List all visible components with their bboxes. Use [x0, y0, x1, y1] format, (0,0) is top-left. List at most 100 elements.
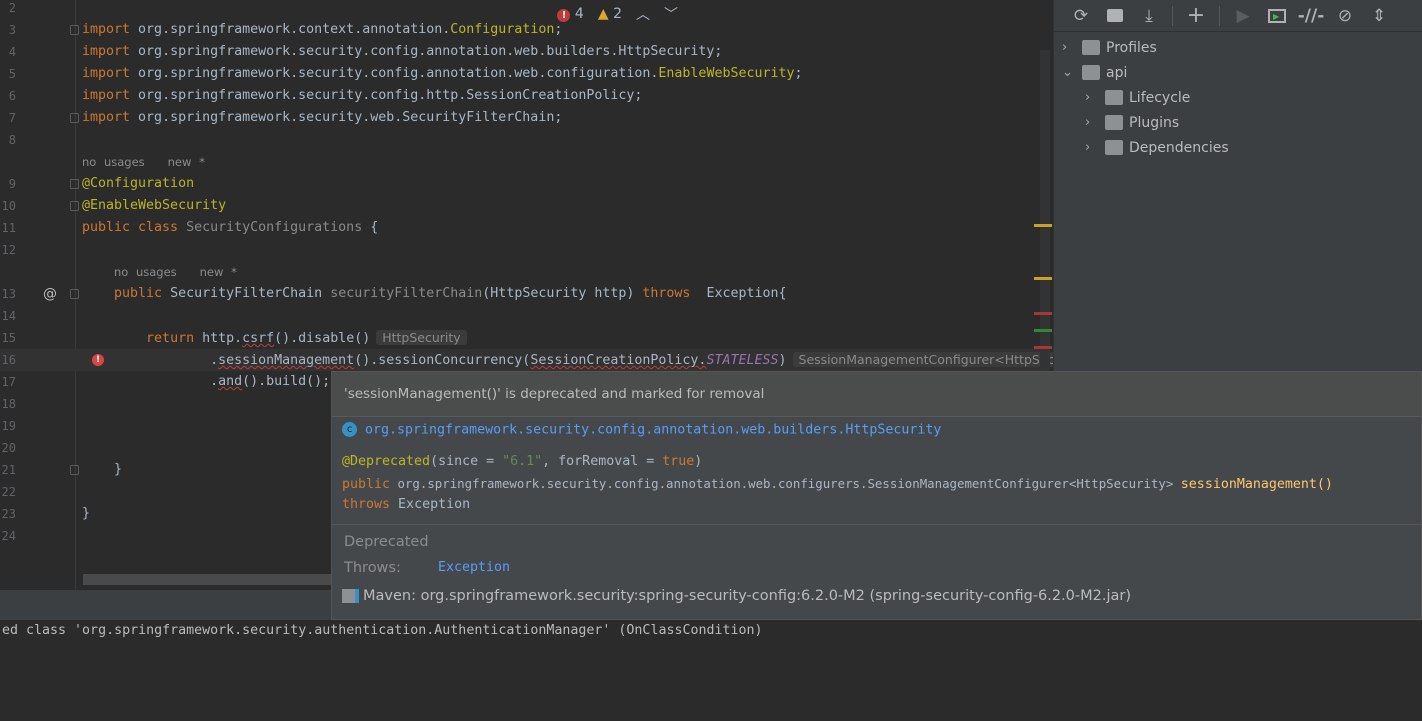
code-token: import: [82, 66, 139, 81]
line-number: 18: [1, 397, 16, 411]
chevron-right-icon[interactable]: ›: [1062, 40, 1076, 55]
code-token: .: [82, 374, 219, 389]
code-token: EnableWebSecurity: [658, 66, 795, 81]
line-number: 3: [8, 23, 16, 37]
line-number: 23: [1, 507, 16, 521]
add-icon[interactable]: +: [1179, 2, 1213, 30]
fold-marker-icon[interactable]: [70, 179, 79, 189]
code-vision-row[interactable]: no usages new *: [0, 151, 1040, 173]
code-line[interactable]: 3 import org.springframework.context.anno…: [0, 19, 1040, 41]
line-number: 17: [1, 375, 16, 389]
error-stripe-mark[interactable]: [1034, 346, 1052, 349]
code-line[interactable]: 16! .sessionManagement().sessionConcurre…: [0, 349, 1053, 371]
tree-item-plugins[interactable]: › Plugins: [1085, 110, 1179, 135]
code-line[interactable]: 2: [0, 0, 1040, 19]
code-token: {: [362, 220, 379, 235]
code-line[interactable]: 6 import org.springframework.security.con…: [0, 85, 1040, 107]
tree-item-api[interactable]: ⌄ api: [1062, 60, 1127, 85]
code-vision-row[interactable]: no usages new *: [0, 261, 1040, 283]
code-token: Configuration: [450, 22, 555, 37]
code-token: }: [82, 506, 91, 521]
collapse-all-icon[interactable]: ⇕: [1362, 2, 1396, 30]
code-line[interactable]: 12: [0, 239, 1040, 261]
download-icon[interactable]: ⤓: [1132, 2, 1166, 30]
error-stripe-mark[interactable]: [1034, 277, 1052, 280]
code-token: import: [82, 22, 139, 37]
code-token: public class: [82, 220, 187, 235]
code-token: return: [146, 331, 203, 346]
code-line[interactable]: 10 @EnableWebSecurity: [0, 195, 1040, 217]
generate-sources-icon[interactable]: [1098, 2, 1132, 30]
code-line[interactable]: 15 return http.csrf().disable() HttpSecur…: [0, 327, 1040, 349]
chevron-right-icon[interactable]: ›: [1085, 140, 1099, 155]
inlay-type-hint: SessionManagementConfigurer<HttpSecurity…: [792, 352, 1053, 367]
previous-highlight-icon[interactable]: ︿: [636, 4, 650, 24]
inlay-type-hint: HttpSecurity: [376, 330, 467, 345]
line-number: 6: [8, 89, 16, 103]
toggle-offline-icon[interactable]: -//-: [1294, 2, 1328, 30]
code-token: org.springframework.security.config.http…: [138, 88, 643, 103]
code-token: securityFilterChain: [330, 286, 483, 301]
code-text: }: [82, 459, 122, 481]
code-line[interactable]: 7 import org.springframework.security.web…: [0, 107, 1040, 129]
code-token: throws: [642, 286, 699, 301]
tree-item-lifecycle[interactable]: › Lifecycle: [1085, 85, 1190, 110]
deprecated-label: Deprecated: [344, 534, 429, 550]
reload-icon[interactable]: ⟳: [1064, 2, 1098, 30]
next-highlight-icon[interactable]: ﹀: [664, 4, 678, 24]
deprecated-annotation: @Deprecated: [342, 454, 431, 469]
error-stripe-mark[interactable]: [1034, 312, 1052, 315]
code-line[interactable]: 8: [0, 129, 1040, 151]
tree-item-profiles[interactable]: › Profiles: [1062, 35, 1157, 60]
toolbar-separator: [1172, 5, 1173, 26]
horizontal-scrollbar[interactable]: [83, 574, 343, 585]
fold-marker-icon[interactable]: [70, 113, 79, 123]
tree-item-label: Plugins: [1129, 114, 1180, 131]
code-token: @Configuration: [82, 176, 195, 191]
class-link[interactable]: c org.springframework.security.config.ann…: [342, 422, 941, 438]
code-token: ().disable(): [274, 331, 371, 346]
code-text: import org.springframework.context.annot…: [82, 19, 562, 41]
chevron-down-icon[interactable]: ⌄: [1062, 65, 1076, 80]
code-line[interactable]: 5 import org.springframework.security.con…: [0, 63, 1040, 85]
line-number: 10: [1, 199, 16, 213]
warnings-indicator[interactable]: ▲ 2: [598, 6, 622, 22]
code-token: and: [218, 374, 243, 389]
code-vision-hint[interactable]: no usages new *: [82, 151, 205, 173]
code-line[interactable]: 11 public class SecurityConfigurations {: [0, 217, 1040, 239]
chevron-right-icon[interactable]: ›: [1085, 115, 1099, 130]
errors-indicator[interactable]: ! 4: [557, 6, 584, 22]
code-line[interactable]: 4 import org.springframework.security.con…: [0, 41, 1040, 63]
error-stripe-mark[interactable]: [1034, 329, 1052, 332]
class-icon: c: [342, 422, 357, 437]
line-number: 9: [8, 177, 16, 191]
code-token: public: [114, 286, 171, 301]
line-number: 8: [8, 133, 16, 147]
tree-item-dependencies[interactable]: › Dependencies: [1085, 135, 1229, 160]
code-vision-hint[interactable]: no usages new *: [114, 261, 237, 283]
dependencies-folder-icon: [1105, 140, 1123, 155]
code-line[interactable]: 9 @Configuration: [0, 173, 1040, 195]
line-number: 7: [8, 111, 16, 125]
run-icon[interactable]: ▶: [1226, 2, 1260, 30]
implements-marker-icon[interactable]: @: [43, 283, 57, 305]
fold-marker-icon[interactable]: [70, 201, 79, 211]
fold-marker-icon[interactable]: [70, 289, 79, 299]
chevron-right-icon[interactable]: ›: [1085, 90, 1099, 105]
line-number: 13: [1, 287, 16, 301]
code-token: import: [82, 88, 139, 103]
code-token: import: [82, 110, 139, 125]
method-name: sessionManagement(): [1180, 477, 1333, 492]
code-token: org.springframework.security.config.anno…: [138, 44, 723, 59]
fold-marker-icon[interactable]: [70, 465, 79, 475]
code-text: }: [82, 503, 90, 525]
inspection-widget[interactable]: ! 4 ▲ 2 ︿ ﹀: [557, 4, 678, 24]
code-line[interactable]: 13 @ public SecurityFilterChain securityF…: [0, 283, 1040, 305]
execute-goal-icon[interactable]: ▶: [1260, 2, 1294, 30]
error-stripe-mark[interactable]: [1034, 224, 1052, 227]
skip-tests-icon[interactable]: ⊘: [1328, 2, 1362, 30]
fold-marker-icon[interactable]: [70, 25, 79, 35]
code-line[interactable]: 14: [0, 305, 1040, 327]
code-text: import org.springframework.security.conf…: [82, 63, 803, 85]
throws-exception-link[interactable]: Exception: [438, 560, 510, 575]
